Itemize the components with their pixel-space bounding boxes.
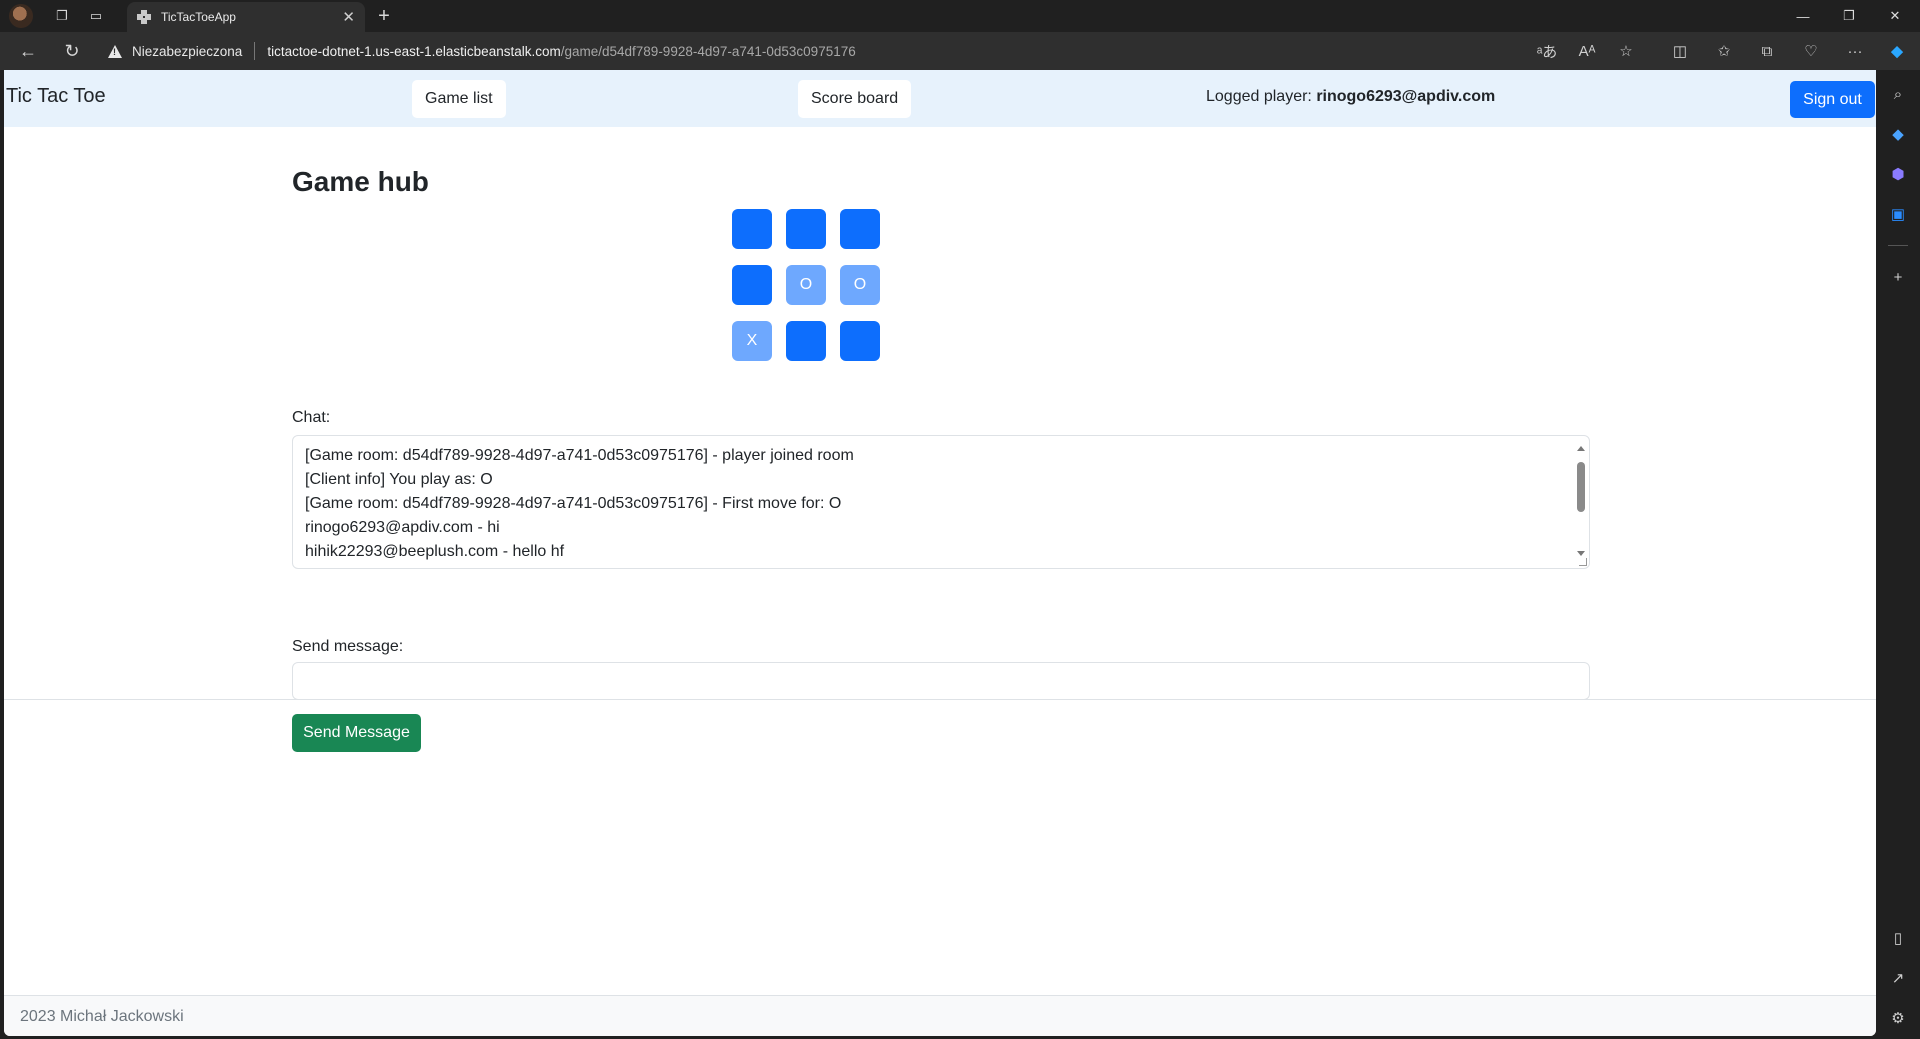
page-footer: 2023 Michał Jackowski <box>4 995 1876 1036</box>
sidebar-settings-icon[interactable]: ⚙ <box>1886 1006 1910 1030</box>
browser-tab-bar: ❐ ▭ TicTacToeApp ✕ + — ❐ ✕ <box>0 0 1920 32</box>
sidebar-outlook-icon[interactable]: ▣ <box>1886 202 1910 226</box>
url-divider <box>254 42 256 60</box>
collections-icon[interactable]: ⧉ <box>1755 39 1779 63</box>
send-message-button[interactable]: Send Message <box>292 714 421 752</box>
back-icon[interactable]: ← <box>16 39 40 63</box>
workspaces-icon[interactable]: ❐ <box>50 4 74 28</box>
scroll-down-icon[interactable] <box>1577 551 1585 556</box>
chat-label: Chat: <box>292 409 331 426</box>
board-cell[interactable] <box>786 321 826 361</box>
board-cell[interactable] <box>840 321 880 361</box>
chat-message: rinogo6293@apdiv.com - hi <box>305 519 500 536</box>
sidebar-external-icon[interactable]: ↗ <box>1886 966 1910 990</box>
resize-grip-icon[interactable] <box>1579 558 1587 566</box>
scroll-thumb[interactable] <box>1577 462 1585 512</box>
more-options-icon[interactable]: ··· <box>1843 39 1867 63</box>
reload-icon[interactable]: ↻ <box>60 39 84 63</box>
send-message-label: Send message: <box>292 638 404 655</box>
board-cell[interactable]: O <box>786 265 826 305</box>
url-field[interactable]: Niezabezpieczona tictactoe-dotnet-1.us-e… <box>108 36 1748 66</box>
logged-user: rinogo6293@apdiv.com <box>1316 88 1496 105</box>
sidebar-panel-icon[interactable]: ▯ <box>1886 926 1910 950</box>
logged-label: Logged player: <box>1206 88 1317 105</box>
tab-actions-icon[interactable]: ▭ <box>84 4 108 28</box>
chat-textarea[interactable]: [Game room: d54df789-9928-4d97-a741-0d53… <box>292 435 1590 569</box>
chat-message: [Game room: d54df789-9928-4d97-a741-0d53… <box>305 447 854 464</box>
split-screen-icon[interactable]: ◫ <box>1668 39 1692 63</box>
tab-favicon-icon <box>137 10 151 24</box>
nav-game-list[interactable]: Game list <box>412 80 506 118</box>
url-host: tictactoe-dotnet-1.us-east-1.elasticbean… <box>267 43 561 59</box>
app-navbar: Tic Tac Toe Game list Score board Logged… <box>4 70 1876 127</box>
board-cell[interactable] <box>786 209 826 249</box>
favorite-star-icon[interactable]: ☆ <box>1614 39 1638 63</box>
chat-message: [Game room: d54df789-9928-4d97-a741-0d53… <box>305 495 842 512</box>
page-title: Game hub <box>292 166 429 197</box>
board-cell[interactable] <box>732 209 772 249</box>
chat-message: hihik22293@beeplush.com - hello hf <box>305 543 565 560</box>
game-board: O O X <box>732 209 882 363</box>
sidebar-copilot-icon[interactable]: ⬢ <box>1886 162 1910 186</box>
favorites-icon[interactable]: ✩ <box>1712 39 1736 63</box>
scroll-up-icon[interactable] <box>1577 446 1585 451</box>
message-input[interactable] <box>292 662 1590 700</box>
logged-player: Logged player: rinogo6293@apdiv.com <box>1206 88 1495 106</box>
sidebar-search-icon[interactable]: ⌕ <box>1886 82 1910 106</box>
copilot-icon[interactable]: ◆ <box>1885 39 1909 63</box>
profile-avatar[interactable] <box>9 4 33 28</box>
brand-link[interactable]: Tic Tac Toe <box>6 85 106 108</box>
url-path: /game/d54df789-9928-4d97-a741-0d53c09751… <box>560 43 856 59</box>
board-cell[interactable] <box>732 265 772 305</box>
new-tab-icon[interactable]: + <box>372 4 396 28</box>
browser-address-bar: ← ↻ Niezabezpieczona tictactoe-dotnet-1.… <box>0 32 1920 70</box>
game-hub-section: Game hub O O X Chat: [Game room: d54df78… <box>4 127 1876 752</box>
read-aloud-icon[interactable]: Aᴬ <box>1575 39 1599 63</box>
tab-close-icon[interactable]: ✕ <box>342 8 355 26</box>
sign-out-button[interactable]: Sign out <box>1790 81 1875 118</box>
browser-essentials-icon[interactable]: ♡ <box>1799 39 1823 63</box>
edge-sidebar: ⌕ ◆ ⬢ ▣ + ▯ ↗ ⚙ <box>1876 70 1920 1039</box>
sidebar-shopping-icon[interactable]: ◆ <box>1886 122 1910 146</box>
minimize-icon[interactable]: — <box>1780 0 1826 32</box>
board-cell[interactable]: O <box>840 265 880 305</box>
translate-icon[interactable]: ᵃあ <box>1535 39 1559 63</box>
sidebar-divider <box>1888 245 1908 246</box>
window-close-icon[interactable]: ✕ <box>1872 0 1918 32</box>
board-cell[interactable] <box>840 209 880 249</box>
browser-tab-active[interactable]: TicTacToeApp ✕ <box>127 2 365 32</box>
board-cell[interactable]: X <box>732 321 772 361</box>
restore-icon[interactable]: ❐ <box>1826 0 1872 32</box>
chat-scrollbar[interactable] <box>1575 442 1587 560</box>
nav-score-board[interactable]: Score board <box>798 80 912 118</box>
security-label: Niezabezpieczona <box>132 43 243 59</box>
footer-text: 2023 Michał Jackowski <box>20 1008 184 1025</box>
page-viewport: Tic Tac Toe Game list Score board Logged… <box>4 70 1876 1036</box>
tab-title: TicTacToeApp <box>161 10 236 24</box>
warning-icon <box>108 44 122 58</box>
sidebar-add-icon[interactable]: + <box>1886 265 1910 289</box>
chat-message: [Client info] You play as: O <box>305 471 493 488</box>
